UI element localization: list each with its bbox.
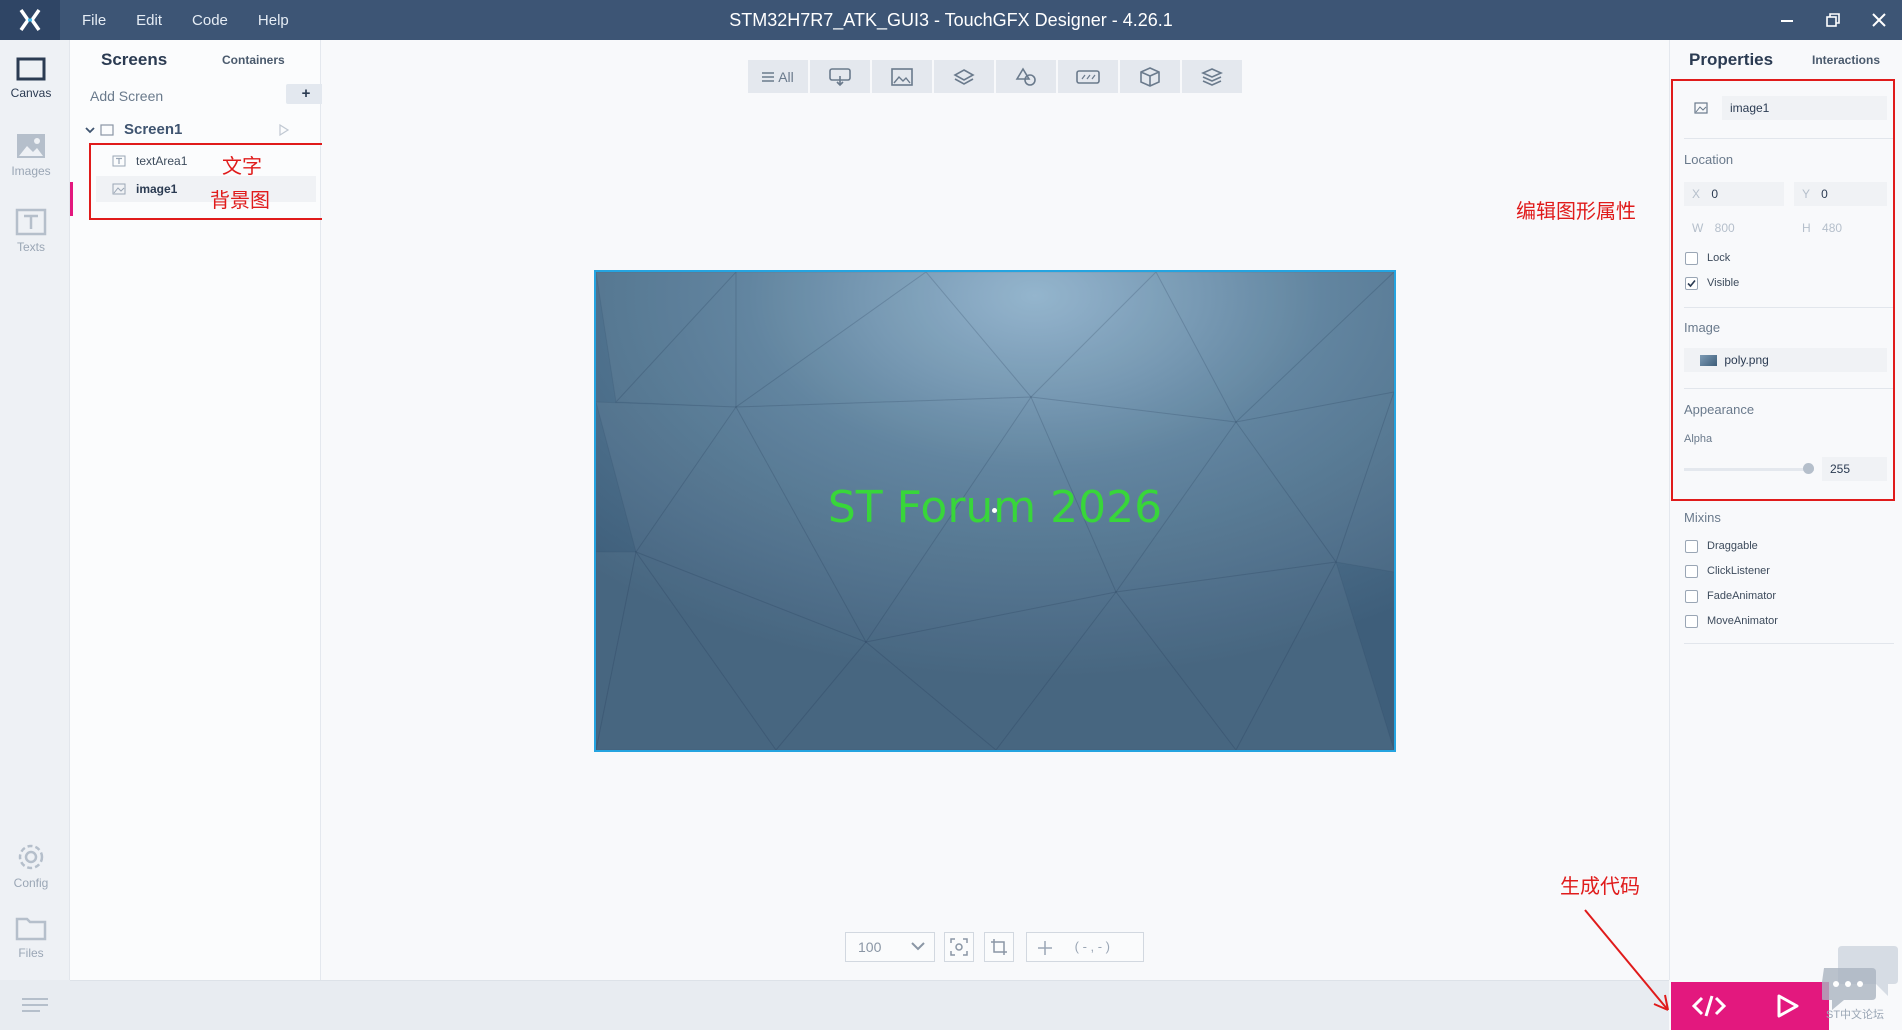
menu-file[interactable]: File	[70, 6, 118, 35]
moveanimator-checkbox[interactable]	[1685, 615, 1698, 628]
annotation-generate-code: 生成代码	[1560, 876, 1640, 898]
filter-image-button[interactable]	[872, 60, 932, 93]
touchgfx-logo[interactable]	[0, 0, 60, 40]
screens-tabs: Screens Containers	[70, 40, 321, 80]
screen-name: Screen1	[124, 121, 183, 138]
menu-help[interactable]: Help	[246, 6, 301, 35]
container-icon	[953, 68, 975, 85]
rail-files[interactable]: Files	[0, 914, 62, 978]
draggable-label: Draggable	[1707, 540, 1758, 552]
add-screen-row: Add Screen +	[90, 84, 326, 108]
watermark-text: ST中文论坛	[1826, 1009, 1885, 1021]
title-bar: File Edit Code Help STM32H7R7_ATK_GUI3 -…	[0, 0, 1902, 40]
generate-code-button[interactable]	[1671, 982, 1746, 1030]
clicklistener-label: ClickListener	[1707, 565, 1770, 577]
filter-shapes-button[interactable]	[996, 60, 1056, 93]
tab-containers[interactable]: Containers	[222, 53, 285, 67]
play-outline-icon[interactable]	[278, 124, 290, 136]
menu-edit[interactable]: Edit	[124, 6, 174, 35]
minimize-button[interactable]	[1764, 0, 1810, 40]
crop-icon	[991, 939, 1007, 955]
filter-3d-button[interactable]	[1120, 60, 1180, 93]
window-controls	[1764, 0, 1902, 40]
fadeanimator-label: FadeAnimator	[1707, 590, 1777, 602]
add-screen-button[interactable]: +	[286, 84, 326, 104]
rail-texts[interactable]: Texts	[0, 208, 62, 272]
3d-icon	[1140, 66, 1160, 87]
separator	[1684, 643, 1894, 644]
list-icon	[762, 71, 775, 82]
image-icon	[17, 134, 45, 158]
fadeanimator-checkbox[interactable]	[1685, 590, 1698, 603]
widget-filter-toolbar: All	[748, 60, 1242, 93]
shapes-icon	[1015, 66, 1036, 86]
screen-icon	[100, 124, 114, 136]
annotation-arrow	[1584, 909, 1669, 1011]
crosshair-icon	[1038, 940, 1052, 955]
screen-tree-item[interactable]: Screen1	[84, 118, 304, 142]
fit-view-button[interactable]	[944, 932, 974, 962]
design-canvas[interactable]: ST Forum 2026	[594, 270, 1396, 752]
annotation-edit-properties: 编辑图形属性	[1516, 201, 1636, 223]
text-icon	[15, 208, 47, 236]
annotation-box-properties	[1671, 79, 1895, 501]
text-widget-icon	[1076, 69, 1100, 84]
left-rail: Canvas Images Texts Config Files	[0, 40, 70, 1030]
layers-icon	[1201, 67, 1223, 86]
close-button[interactable]	[1856, 0, 1902, 40]
crop-button[interactable]	[984, 932, 1014, 962]
play-icon	[1777, 994, 1798, 1018]
selection-marker	[70, 182, 73, 216]
menu-code[interactable]: Code	[180, 6, 240, 35]
clicklistener-checkbox[interactable]	[1685, 565, 1698, 578]
image-icon	[891, 67, 913, 86]
annotation-background: 背景图	[210, 190, 270, 212]
cursor-coordinates: ( - , - )	[1026, 932, 1144, 962]
tab-interactions[interactable]: Interactions	[1812, 53, 1880, 67]
coords-value: ( - , - )	[1074, 939, 1111, 954]
draggable-checkbox[interactable]	[1685, 540, 1698, 553]
rail-images[interactable]: Images	[0, 132, 62, 196]
menu-bar: File Edit Code Help	[70, 0, 301, 40]
filter-all-button[interactable]: All	[748, 60, 808, 93]
filter-all-label: All	[778, 68, 794, 85]
restore-button[interactable]	[1810, 0, 1856, 40]
chevron-down-icon	[911, 942, 925, 951]
rail-config-label: Config	[13, 876, 49, 890]
filter-layers-button[interactable]	[1182, 60, 1242, 93]
focus-icon	[950, 938, 968, 956]
moveanimator-label: MoveAnimator	[1707, 615, 1778, 627]
zoom-select[interactable]: 100	[845, 932, 935, 962]
interaction-icon	[829, 67, 851, 86]
filter-interaction-button[interactable]	[810, 60, 870, 93]
run-simulator-button[interactable]	[1746, 982, 1829, 1030]
canvas-icon	[16, 57, 46, 81]
zoom-value: 100	[858, 939, 882, 955]
folder-icon	[15, 917, 47, 941]
tab-properties[interactable]: Properties	[1689, 50, 1773, 70]
rail-config[interactable]: Config	[0, 842, 62, 906]
status-bar	[70, 980, 1669, 1030]
filter-text-button[interactable]	[1058, 60, 1118, 93]
add-screen-label: Add Screen	[90, 88, 164, 104]
tab-screens[interactable]: Screens	[101, 50, 167, 70]
rail-texts-label: Texts	[16, 240, 45, 254]
hamburger-menu[interactable]	[0, 980, 70, 1030]
rail-canvas-label: Canvas	[10, 86, 52, 100]
annotation-text: 文字	[222, 156, 262, 178]
code-icon	[1691, 995, 1726, 1017]
gear-icon	[18, 844, 44, 870]
filter-container-button[interactable]	[934, 60, 994, 93]
rail-images-label: Images	[11, 164, 51, 178]
rail-files-label: Files	[18, 946, 44, 960]
hamburger-icon	[22, 998, 48, 1012]
selection-anchor	[992, 508, 997, 513]
mixins-label: Mixins	[1684, 510, 1721, 525]
rail-canvas[interactable]: Canvas	[0, 56, 62, 120]
chevron-down-icon[interactable]	[84, 124, 96, 136]
